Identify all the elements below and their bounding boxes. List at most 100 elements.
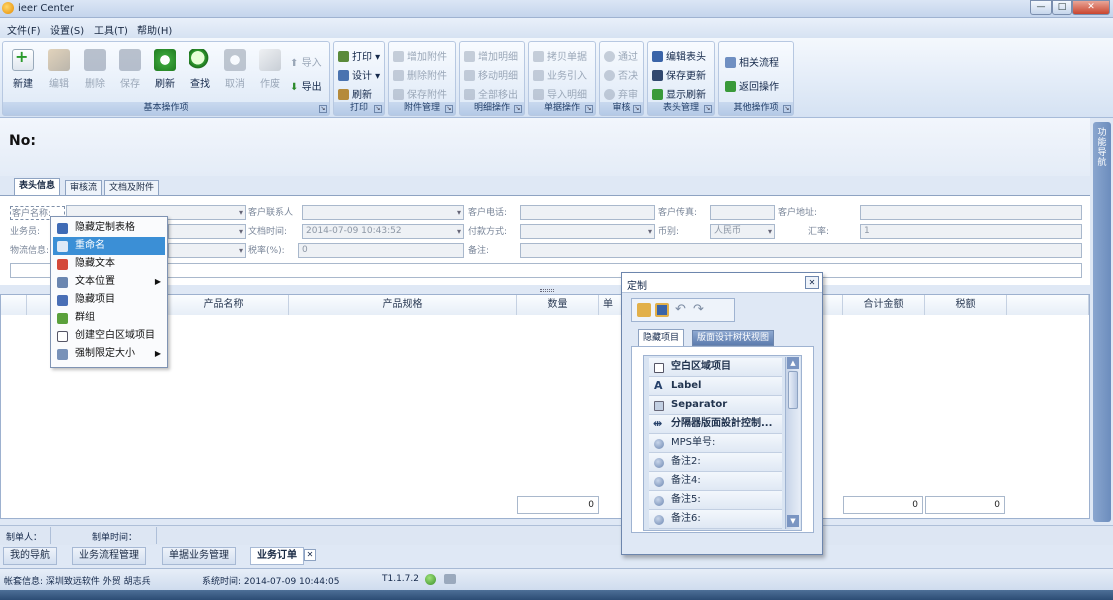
delete-attachment-button[interactable]: 删除附件 [393,69,447,85]
grid-header-product-name[interactable]: 产品名称 [159,295,289,315]
add-attachment-button[interactable]: 增加附件 [393,50,447,66]
payment-field[interactable] [520,224,655,239]
ctx-rename[interactable]: 重命名 [53,237,165,255]
list-item[interactable]: 备注5: [649,491,782,510]
add-detail-button[interactable]: 增加明细 [464,50,518,66]
save-icon[interactable] [655,303,669,317]
edit-header-button[interactable]: 编辑表头 [652,50,706,66]
ctx-hide-text[interactable]: 隐藏文本 [53,255,165,273]
undo-icon[interactable]: ↶ [675,302,686,317]
redo-icon[interactable]: ↷ [693,302,704,317]
remark-field[interactable] [520,243,1082,258]
save-update-button[interactable]: 保存更新 [652,69,706,85]
edit-button[interactable]: 编辑 [43,49,75,90]
audit-pass-button[interactable]: 通过 [604,50,638,66]
delete-button[interactable]: 删除 [79,49,111,90]
open-folder-icon[interactable] [637,303,651,317]
address-field[interactable] [860,205,1082,220]
grid-header-quantity[interactable]: 数量 [517,295,599,315]
logistics-field[interactable] [168,243,246,258]
menu-help[interactable]: 帮助(H) [137,22,172,37]
list-item[interactable]: 备注4: [649,472,782,491]
hidden-items-list: 空白区域项目 A Label Separator ⇹ 分隔器版面設計控制... MP… [643,355,802,531]
close-button[interactable]: ✕ [1072,0,1110,15]
tab-documents[interactable]: 文档及附件 [104,180,160,195]
list-item[interactable]: 空白区域项目 [649,358,782,377]
group-launcher-icon[interactable]: ↘ [374,105,382,113]
list-item[interactable]: 备注2: [649,453,782,472]
list-item[interactable]: 备注6: [649,510,782,529]
menu-file[interactable]: 文件(F) [7,22,41,37]
list-item[interactable]: MPS单号: [649,434,782,453]
dialog-close-button[interactable]: ✕ [805,276,819,289]
group-launcher-icon[interactable]: ↘ [514,105,522,113]
group-launcher-icon[interactable]: ↘ [704,105,712,113]
audit-reject-button[interactable]: 否决 [604,69,638,85]
save-button[interactable]: 保存 [114,49,146,90]
group-launcher-icon[interactable]: ↘ [783,105,791,113]
close-tab-icon[interactable]: ✕ [304,549,316,561]
void-button[interactable]: 作废 [254,49,286,90]
print-button[interactable]: 打印 ▾ [338,50,380,66]
bottom-tab-navigation[interactable]: 我的导航 [3,547,57,565]
grid-header-extra[interactable] [1007,295,1089,315]
refresh-button[interactable]: 刷新 [149,49,181,90]
bottom-tab-process[interactable]: 业务流程管理 [72,547,146,565]
right-side-panel-tab[interactable] [1093,122,1111,522]
salesman-field[interactable] [168,224,246,239]
tab-audit-flow[interactable]: 审核流 [65,180,103,195]
bottom-tab-doc-business[interactable]: 单据业务管理 [162,547,236,565]
maximize-button[interactable]: □ [1052,0,1072,15]
doc-time-field[interactable]: 2014-07-09 10:43:52 [302,224,464,239]
dialog-title: 定制 [627,281,647,292]
design-button[interactable]: 设计 ▾ [338,69,380,85]
export-button[interactable]: ⬇ 导出 [290,80,322,96]
copy-doc-button[interactable]: 拷贝单据 [533,50,587,66]
menu-tools[interactable]: 工具(T) [94,22,128,37]
ctx-hide-table[interactable]: 隐藏定制表格 [53,219,165,237]
list-scrollbar[interactable]: ▲ ▼ [785,357,800,529]
tab-header-info[interactable]: 表头信息 [14,178,61,195]
grid-header-select[interactable] [1,295,27,315]
list-item[interactable]: ⇹ 分隔器版面設計控制... [649,415,782,434]
related-flow-button[interactable]: 相关流程 [725,56,779,72]
contact-field[interactable] [302,205,464,220]
dialog-tab-layout-tree[interactable]: 版面设计树状视图 [692,330,775,346]
tax-field[interactable]: 0 [298,243,464,258]
ctx-hide-item[interactable]: 隐藏项目 [53,291,165,309]
grid-header-product-spec[interactable]: 产品规格 [289,295,517,315]
group-launcher-icon[interactable]: ↘ [445,105,453,113]
dialog-tab-hidden-items[interactable]: 隐藏项目 [638,329,685,346]
minimize-button[interactable]: — [1030,0,1052,15]
back-operation-button[interactable]: 返回操作 [725,80,779,96]
group-launcher-icon[interactable]: ↘ [585,105,593,113]
import-button[interactable]: ⬆ 导入 [290,56,322,72]
phone-field[interactable] [520,205,655,220]
rate-field[interactable]: 1 [860,224,1082,239]
extra-row-field[interactable] [10,263,1082,278]
ctx-group[interactable]: 群组 [53,309,165,327]
grid-header-tax[interactable]: 税额 [925,295,1007,315]
bottom-tab-order[interactable]: 业务订单 [250,547,304,565]
message-icon[interactable] [444,574,456,584]
list-item[interactable]: A Label [649,377,782,396]
move-detail-button[interactable]: 移动明细 [464,69,518,85]
group-launcher-icon[interactable]: ↘ [633,105,641,113]
new-button[interactable]: + 新建 [7,47,39,90]
import-business-button[interactable]: 业务引入 [533,69,587,85]
ctx-create-empty-area[interactable]: 创建空白区域项目 [53,327,165,345]
ctx-force-size[interactable]: 强制限定大小 ▶ [53,345,165,363]
cancel-button[interactable]: 取消 [219,49,251,90]
list-item[interactable]: Separator [649,396,782,415]
ctx-text-position[interactable]: 文本位置 ▶ [53,273,165,291]
find-button[interactable]: 查找 [184,49,216,90]
scroll-up-icon[interactable]: ▲ [787,357,799,369]
currency-field[interactable]: 人民币 [710,224,775,239]
splitter-grip-icon[interactable] [540,289,554,292]
fax-field[interactable] [710,205,775,220]
scroll-down-icon[interactable]: ▼ [787,515,799,527]
menu-settings[interactable]: 设置(S) [50,22,84,37]
group-launcher-icon[interactable]: ↘ [319,105,327,113]
scroll-thumb[interactable] [788,371,798,409]
grid-header-total[interactable]: 合计金额 [843,295,925,315]
